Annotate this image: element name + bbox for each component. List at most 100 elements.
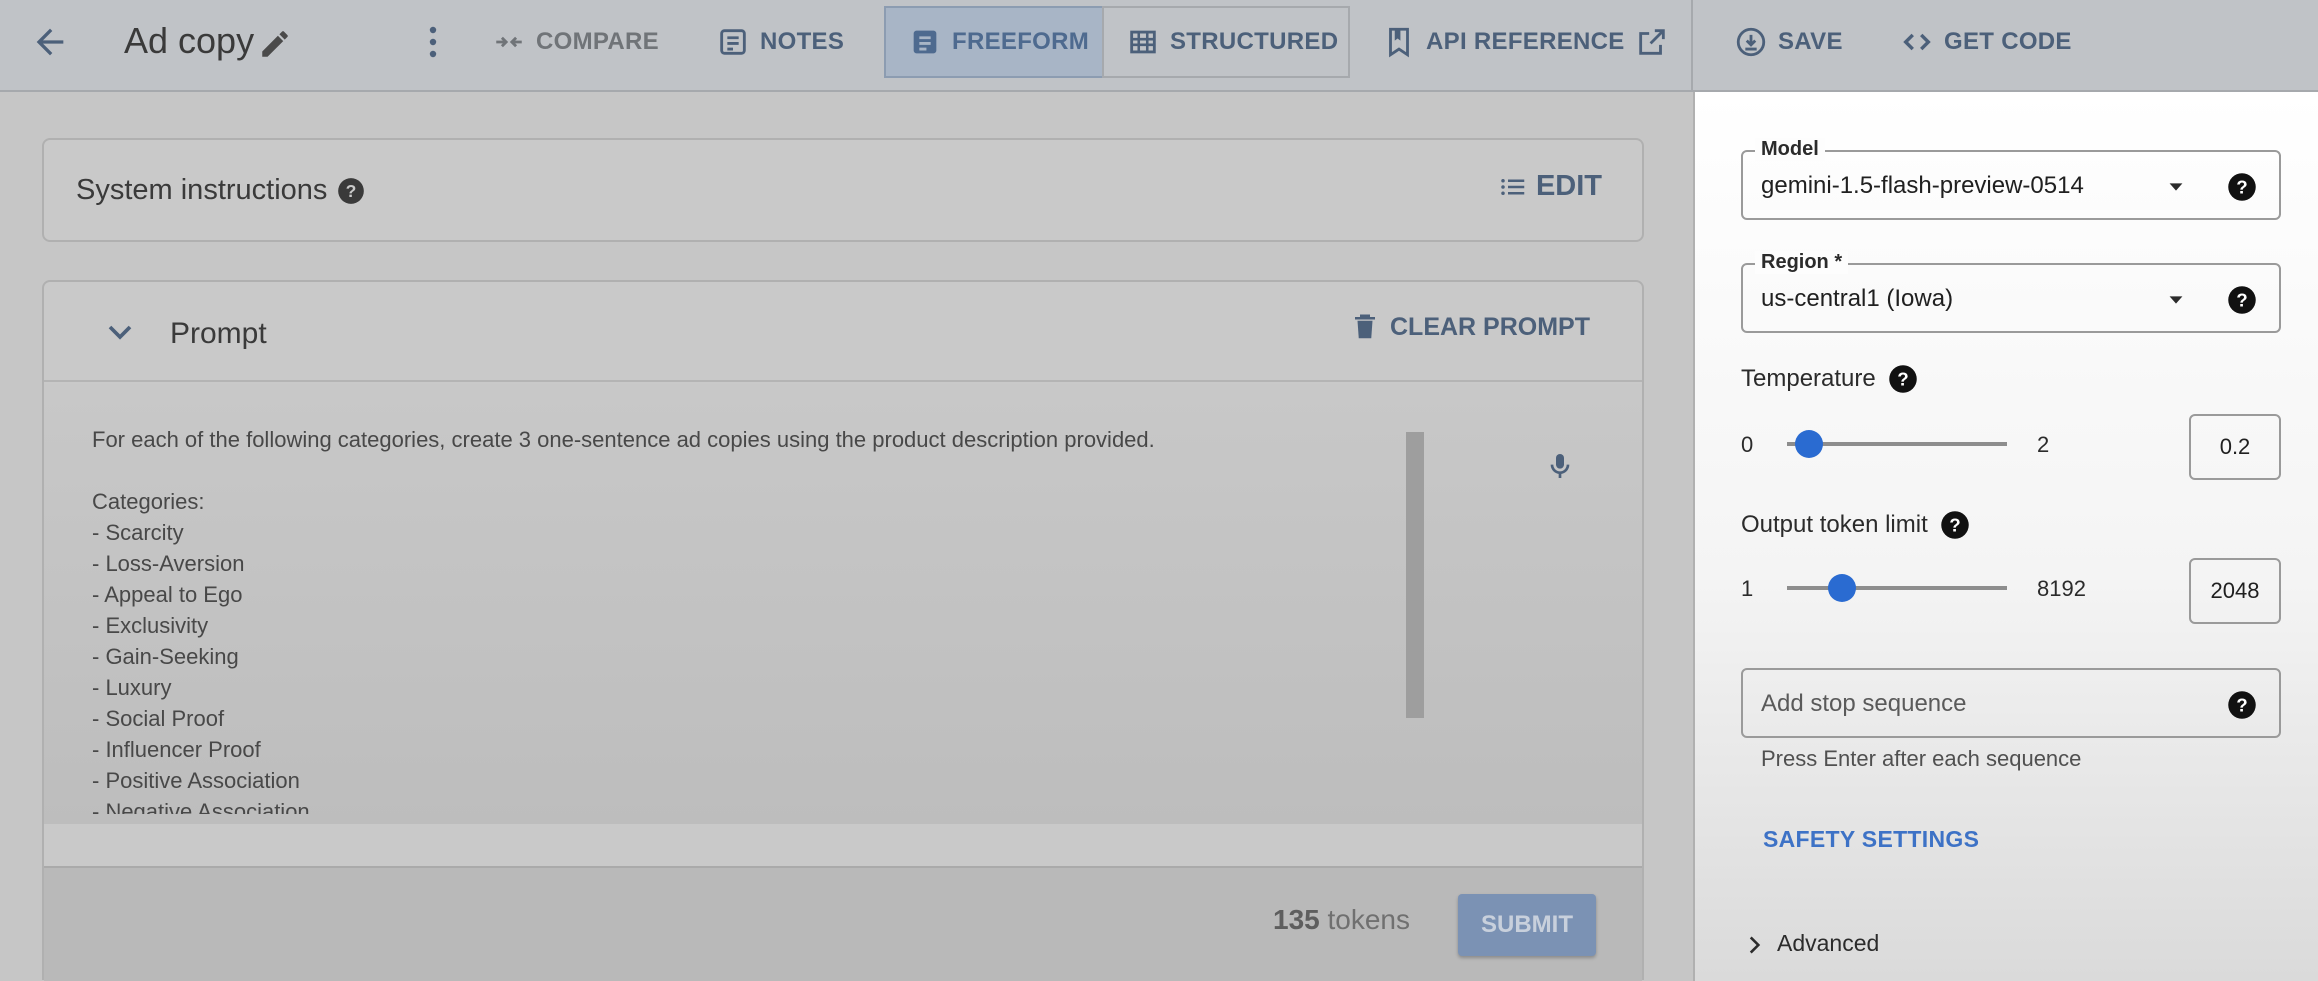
- list-icon: [1498, 172, 1528, 202]
- prompt-line: - Gain-Seeking: [92, 644, 239, 669]
- help-icon[interactable]: ?: [1888, 364, 1918, 394]
- model-value: gemini-1.5-flash-preview-0514: [1761, 172, 2084, 199]
- system-instructions-panel: System instructions ? EDIT: [42, 138, 1644, 242]
- collapse-chevron-icon[interactable]: [100, 312, 140, 352]
- safety-settings-link[interactable]: SAFETY SETTINGS: [1763, 826, 1979, 853]
- prompt-line: - Appeal to Ego: [92, 582, 243, 607]
- svg-text:?: ?: [1949, 514, 1960, 535]
- help-icon[interactable]: ?: [2227, 285, 2257, 315]
- system-instructions-label: System instructions: [76, 174, 328, 206]
- compare-button[interactable]: COMPARE: [470, 6, 681, 78]
- svg-text:?: ?: [2236, 289, 2247, 310]
- output-token-limit-min: 1: [1741, 576, 1754, 601]
- notes-button[interactable]: NOTES: [694, 6, 866, 78]
- api-reference-label: API REFERENCE: [1426, 28, 1625, 55]
- structured-label: STRUCTURED: [1170, 28, 1339, 55]
- save-button[interactable]: SAVE: [1712, 6, 1865, 78]
- help-icon[interactable]: ?: [1940, 510, 1970, 540]
- output-token-limit-heading: Output token limit ?: [1741, 510, 1970, 540]
- prompt-title: Ad copy: [124, 20, 255, 61]
- prompt-panel: Prompt CLEAR PROMPT For each of the foll…: [42, 280, 1644, 981]
- prompt-line: [92, 455, 1392, 486]
- structured-tab[interactable]: STRUCTURED: [1102, 6, 1350, 78]
- temperature-slider-thumb[interactable]: [1795, 430, 1823, 458]
- model-label: Model: [1755, 138, 1825, 161]
- save-label: SAVE: [1778, 28, 1843, 55]
- prompt-editor[interactable]: For each of the following categories, cr…: [44, 384, 1642, 824]
- freeform-icon: [908, 25, 942, 59]
- settings-panel: Model gemini-1.5-flash-preview-0514 ? Re…: [1693, 92, 2318, 981]
- temperature-heading: Temperature ?: [1741, 364, 1918, 394]
- output-token-limit-input[interactable]: 2048: [2189, 558, 2281, 624]
- notes-icon: [716, 25, 750, 59]
- microphone-icon[interactable]: [1544, 450, 1576, 482]
- prompt-line: Categories:: [92, 489, 205, 514]
- edit-system-instructions-button[interactable]: EDIT: [1498, 170, 1602, 203]
- clear-prompt-button[interactable]: CLEAR PROMPT: [1350, 312, 1590, 342]
- prompt-textarea[interactable]: For each of the following categories, cr…: [92, 424, 1392, 814]
- chevron-right-icon: [1741, 930, 1767, 958]
- svg-text:?: ?: [2236, 176, 2247, 197]
- edit-label: EDIT: [1535, 170, 1602, 202]
- prompt-label: Prompt: [170, 317, 267, 350]
- temperature-max: 2: [2037, 432, 2050, 457]
- advanced-toggle[interactable]: Advanced: [1741, 930, 1879, 958]
- freeform-tab[interactable]: FREEFORM: [884, 6, 1104, 78]
- toolbar-divider: [1691, 0, 1693, 92]
- temperature-min: 0: [1741, 432, 1754, 457]
- get-code-label: GET CODE: [1944, 28, 2072, 55]
- prompt-line: - Influencer Proof: [92, 737, 261, 762]
- system-instructions-heading: System instructions ?: [76, 174, 365, 207]
- output-token-limit-slider-thumb[interactable]: [1828, 574, 1856, 602]
- advanced-label: Advanced: [1777, 930, 1880, 956]
- temperature-input[interactable]: 0.2: [2189, 414, 2281, 480]
- token-count: 135 tokens: [1273, 904, 1410, 936]
- token-count-value: 135: [1273, 904, 1320, 935]
- model-select[interactable]: Model gemini-1.5-flash-preview-0514 ?: [1741, 138, 2281, 220]
- stop-sequence-input[interactable]: Add stop sequence ?: [1741, 668, 2281, 738]
- temperature-label: Temperature: [1741, 365, 1876, 392]
- submit-button[interactable]: SUBMIT: [1458, 894, 1596, 956]
- dropdown-caret-icon[interactable]: [2165, 289, 2187, 311]
- prompt-scrollbar[interactable]: [1406, 432, 1424, 718]
- prompt-line: - Social Proof: [92, 706, 225, 731]
- compare-icon: [492, 25, 526, 59]
- dropdown-caret-icon[interactable]: [2165, 176, 2187, 198]
- help-icon[interactable]: ?: [337, 177, 365, 205]
- compare-label: COMPARE: [536, 28, 659, 55]
- pencil-icon[interactable]: [258, 27, 292, 61]
- prompt-line: - Scarcity: [92, 520, 184, 545]
- prompt-header: Prompt CLEAR PROMPT: [44, 282, 1642, 382]
- prompt-line: - Loss-Aversion: [92, 551, 245, 576]
- more-options-icon[interactable]: [420, 22, 446, 62]
- freeform-label: FREEFORM: [952, 28, 1090, 55]
- output-token-limit-slider-track[interactable]: [1787, 586, 2007, 590]
- help-icon[interactable]: ?: [2227, 690, 2257, 720]
- back-arrow-icon[interactable]: [30, 22, 70, 62]
- prompt-line: - Exclusivity: [92, 613, 209, 638]
- bookmark-icon: [1382, 25, 1416, 59]
- help-icon[interactable]: ?: [2227, 172, 2257, 202]
- stop-sequence-placeholder: Add stop sequence: [1761, 690, 1967, 717]
- region-value: us-central1 (Iowa): [1761, 285, 1954, 312]
- temperature-slider-row: 0 2 0.2: [1741, 414, 2281, 480]
- token-count-suffix: tokens: [1327, 904, 1411, 935]
- api-reference-button[interactable]: API REFERENCE: [1360, 6, 1691, 78]
- top-bar: Ad copy COMPARE NOTES FREEFORM STRUCTURE…: [0, 0, 2318, 92]
- output-token-limit-slider-row: 1 8192 2048: [1741, 558, 2281, 624]
- region-select[interactable]: Region * us-central1 (Iowa) ?: [1741, 251, 2281, 333]
- get-code-button[interactable]: GET CODE: [1878, 6, 2094, 78]
- svg-text:?: ?: [2236, 694, 2247, 715]
- prompt-line: - Positive Association: [92, 768, 300, 793]
- save-icon: [1734, 25, 1768, 59]
- prompt-line: - Negative Association: [92, 799, 310, 814]
- prompt-footer: 135 tokens SUBMIT: [44, 866, 1642, 981]
- region-label: Region *: [1755, 251, 1849, 274]
- open-in-new-icon: [1635, 25, 1669, 59]
- svg-text:?: ?: [1897, 368, 1908, 389]
- code-icon: [1900, 25, 1934, 59]
- svg-text:?: ?: [346, 180, 357, 200]
- trash-icon: [1350, 312, 1380, 342]
- output-token-limit-max: 8192: [2037, 576, 2086, 601]
- notes-label: NOTES: [760, 28, 845, 55]
